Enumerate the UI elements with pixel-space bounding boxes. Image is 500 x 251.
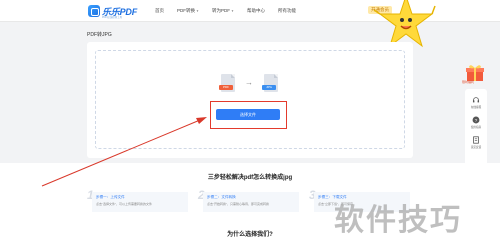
jpg-tag: JPG [262, 85, 276, 90]
step-description: 点击“选择文件”，可以上传需要转换的文件 [96, 202, 152, 206]
side-item-guide[interactable]: ? 使用指南 [471, 116, 481, 129]
svg-text:?: ? [475, 118, 478, 124]
side-toolbar: 在线客服 ? 使用指南 意见反馈 [465, 89, 487, 171]
side-item-customer-service[interactable]: 在线客服 [471, 96, 481, 109]
main-nav: 首页 PDF转换 ▼ 转为PDF ▼ 帮助中心 所有功能 [155, 0, 309, 22]
step-description: 点击“开始转换”，只需耐心等待，即可完成转换 [207, 202, 269, 206]
nav-pdf-convert-label: PDF转换 [177, 8, 195, 13]
watermark-text: 软件技巧 [334, 204, 462, 237]
jpg-file-icon: JPG [262, 74, 278, 92]
headset-icon [472, 97, 480, 103]
nav-help-center-label: 帮助中心 [246, 8, 265, 13]
upload-card [87, 42, 413, 158]
nav-home[interactable]: 首页 [155, 8, 164, 14]
question-icon: ? [472, 116, 480, 124]
step-box: 步骤一：上传文件 点击“选择文件”，可以上传需要转换的文件 [92, 192, 188, 212]
nav-pdf-convert[interactable]: PDF转换 ▼ [177, 8, 199, 14]
nav-help-center[interactable]: 帮助中心 [247, 8, 265, 14]
nav-all-features-label: 所有功能 [277, 8, 296, 13]
pdf-tag: PDF [219, 85, 233, 90]
step-card: 2 步骤二：文件转换 点击“开始转换”，只需耐心等待，即可完成转换 [198, 188, 300, 214]
site-logo[interactable]: 乐乐PDF PDF在线转换工具 [88, 4, 137, 19]
chevron-down-icon: ▼ [230, 9, 234, 13]
logo-icon [88, 5, 100, 17]
step-heading: 步骤一：上传文件 [96, 195, 125, 199]
step-card: 1 步骤一：上传文件 点击“选择文件”，可以上传需要转换的文件 [87, 188, 189, 214]
logo-subtitle: PDF在线转换工具 [102, 16, 123, 19]
nav-home-label: 首页 [155, 8, 164, 13]
nav-to-pdf[interactable]: 转为PDF ▼ [212, 8, 234, 14]
nav-all-features[interactable]: 所有功能 [278, 8, 296, 14]
pdf-file-icon: PDF [219, 74, 235, 92]
chevron-down-icon: ▼ [196, 9, 199, 13]
feedback-icon [473, 136, 479, 144]
page-title: PDF转JPG [87, 32, 112, 38]
conversion-illustration: PDF → JPG [219, 74, 281, 96]
step-box: 步骤二：文件转换 点击“开始转换”，只需耐心等待，即可完成转换 [203, 192, 299, 212]
side-item-feedback[interactable]: 意见反馈 [471, 136, 481, 149]
select-file-button[interactable]: 选择文件 [216, 109, 280, 120]
side-item-label: 在线客服 [470, 106, 482, 109]
gift-label: 限时福利 [462, 80, 475, 84]
select-file-highlight: 选择文件 [210, 101, 287, 129]
side-item-label: 使用指南 [470, 126, 482, 129]
steps-title: 三步轻松解决pdf怎么转换成jpg [207, 175, 293, 181]
file-dropzone[interactable] [95, 50, 405, 149]
step-heading: 步骤二：文件转换 [207, 195, 236, 199]
side-item-label: 意见反馈 [470, 146, 482, 149]
arrow-right-icon: → [245, 78, 253, 87]
nav-to-pdf-label: 转为PDF [211, 8, 230, 13]
